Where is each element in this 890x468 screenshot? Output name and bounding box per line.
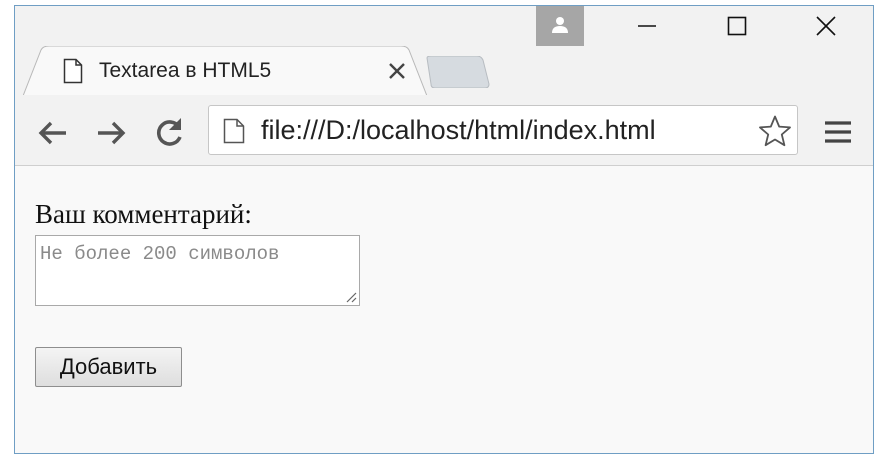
title-bar: Textarea в HTML5: [15, 6, 873, 96]
tab-active[interactable]: Textarea в HTML5: [23, 46, 427, 96]
back-arrow-icon: [38, 121, 66, 145]
tab-title: Textarea в HTML5: [99, 59, 272, 82]
close-icon: [816, 16, 836, 36]
minimize-button[interactable]: [624, 6, 670, 46]
tab-close-button[interactable]: [385, 59, 409, 83]
close-window-button[interactable]: [803, 6, 849, 46]
browser-window: Textarea в HTML5 file:///D:/localhost/ht…: [14, 5, 874, 454]
url-text[interactable]: file:///D:/localhost/html/index.html: [261, 115, 656, 146]
page-content: Ваш комментарий: Добавить: [15, 166, 873, 453]
maximize-button[interactable]: [714, 6, 760, 46]
new-tab-button[interactable]: [425, 56, 491, 88]
person-icon: [552, 17, 568, 33]
address-bar[interactable]: file:///D:/localhost/html/index.html: [208, 105, 798, 155]
menu-button[interactable]: [823, 117, 853, 147]
back-button[interactable]: [35, 115, 71, 151]
resize-grip-icon[interactable]: [345, 291, 357, 303]
forward-button[interactable]: [93, 115, 129, 151]
add-button[interactable]: Добавить: [35, 347, 182, 387]
star-icon[interactable]: [758, 114, 792, 153]
maximize-icon: [727, 16, 747, 36]
page-icon: [63, 58, 83, 89]
reload-button[interactable]: [151, 115, 187, 151]
profile-button[interactable]: [536, 6, 584, 46]
page-icon: [223, 118, 245, 149]
comment-textarea[interactable]: [35, 235, 360, 306]
minimize-icon: [638, 25, 656, 27]
comment-label: Ваш комментарий:: [35, 199, 252, 229]
forward-arrow-icon: [98, 121, 126, 145]
reload-icon: [157, 118, 182, 146]
close-icon: [389, 63, 405, 79]
menu-icon: [825, 121, 851, 143]
browser-toolbar: file:///D:/localhost/html/index.html: [15, 95, 873, 166]
